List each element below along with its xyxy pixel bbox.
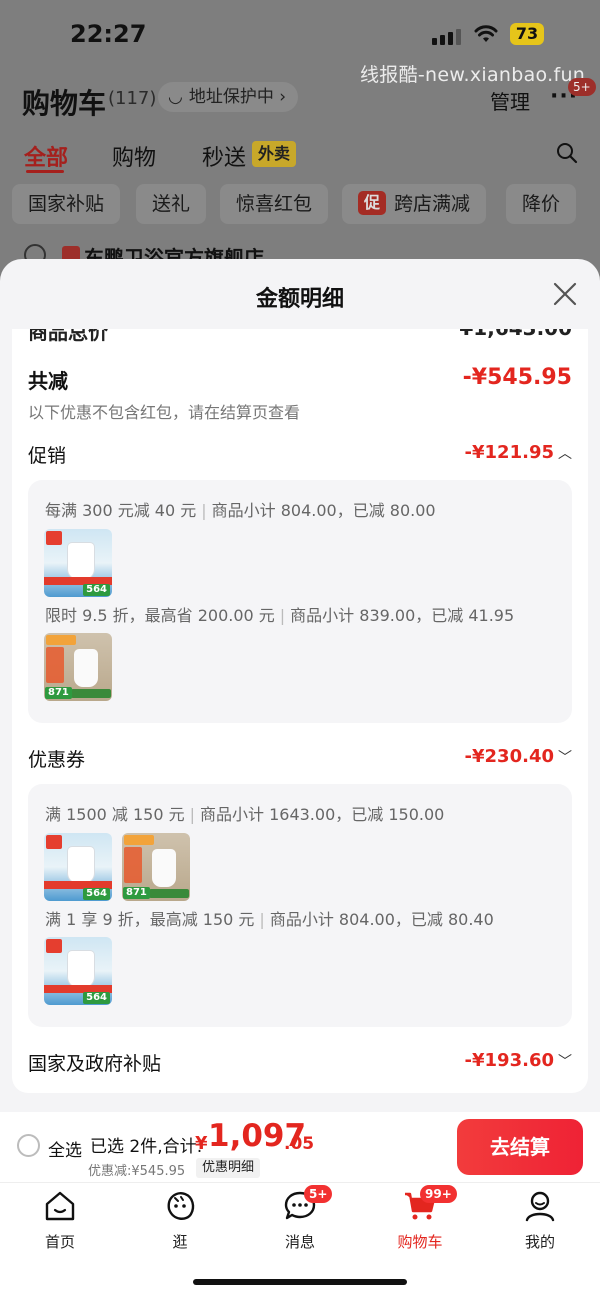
thumb-price: 871: [45, 687, 72, 699]
coupon-detail-box: 满 1500 减 150 元 | 商品小计 1643.00，已减 150.00 56…: [28, 784, 572, 1027]
promo-amount: -¥121.95: [464, 442, 554, 463]
checkout-bar: 全选 已选 2件,合计: ¥ 1,097 .05 优惠减:¥545.95 优惠明…: [0, 1112, 600, 1182]
promo-rule-1: 每满 300 元减 40 元 | 商品小计 804.00，已减 80.00: [45, 501, 436, 520]
manage-button[interactable]: 管理: [490, 86, 530, 115]
selected-count: 已选 2件,合计:: [90, 1137, 203, 1157]
coupon-rule-1-detail: 商品小计 1643.00，已减 150.00: [200, 805, 445, 824]
stroll-icon: [167, 1192, 195, 1220]
profile-icon: [525, 1191, 555, 1222]
select-all-label[interactable]: 全选: [48, 1136, 82, 1161]
message-badge: 5+: [304, 1185, 333, 1203]
tab-shopping[interactable]: 购物: [112, 140, 156, 172]
address-protect-label: 地址保护中: [188, 87, 274, 107]
chip-price-drop[interactable]: 降价: [506, 184, 577, 224]
tab-active-indicator: [26, 170, 64, 173]
address-protect-button[interactable]: ◡ 地址保护中 ›: [158, 82, 299, 112]
goods-total-row: 商品总价 ¥1,643.00: [28, 329, 572, 345]
subsidy-label: 国家及政府补贴: [28, 1053, 162, 1075]
chip-label: 跨店满减: [394, 193, 471, 215]
thumb-price: 564: [83, 888, 110, 900]
cart-count: (117): [108, 88, 157, 109]
product-thumbnail-toilet-a[interactable]: 564: [44, 833, 112, 901]
amount-detail-card: 商品总价 ¥1,643.00 共减 -¥545.95 以下优惠不包含红包，请在结…: [12, 329, 588, 1093]
tab-profile-label: 我的: [524, 1233, 555, 1251]
thumb-price: 564: [83, 992, 110, 1004]
total-price-decimal: .05: [284, 1134, 315, 1154]
chevron-right-icon: ›: [273, 87, 287, 107]
home-icon: [45, 1191, 75, 1221]
tab-cart-label: 购物车: [397, 1233, 443, 1251]
coupon-amount-toggle[interactable]: -¥230.40 ﹀: [465, 746, 572, 767]
chevron-up-icon: ︿: [558, 446, 572, 462]
promo-rule-2: 限时 9.5 折，最高省 200.00 元 | 商品小计 839.00，已减 41.…: [45, 606, 515, 625]
tab-home-label: 首页: [44, 1233, 75, 1251]
smile-icon: ◡: [168, 87, 183, 107]
promo-rule-1-detail: 商品小计 804.00，已减 80.00: [211, 501, 436, 520]
select-all-checkbox[interactable]: [17, 1134, 40, 1157]
goods-total-value: ¥1,643.00: [459, 329, 572, 340]
promo-detail-box: 每满 300 元减 40 元 | 商品小计 804.00，已减 80.00 564 …: [28, 480, 572, 723]
takeaway-tag: 外卖: [252, 141, 297, 167]
checkout-button[interactable]: 去结算: [457, 1119, 583, 1175]
wifi-icon: [474, 25, 498, 42]
coupon-label: 优惠券: [28, 749, 86, 771]
coupon-amount: -¥230.40: [464, 746, 554, 767]
promo-rule-1-text: 每满 300 元减 40 元: [45, 501, 197, 520]
more-badge: 5+: [568, 78, 596, 96]
promo-icon: 促: [358, 191, 386, 215]
tab-home[interactable]: 首页: [20, 1189, 100, 1252]
close-icon[interactable]: [552, 281, 578, 307]
chip-gift[interactable]: 送礼: [136, 184, 207, 224]
promo-rule-2-text: 限时 9.5 折，最高省 200.00 元: [45, 606, 275, 625]
watermark-text: 线报酷-new.xianbao.fun: [360, 64, 586, 86]
tab-messages[interactable]: 消息 5+: [260, 1185, 340, 1252]
thumb-price: 871: [123, 887, 150, 899]
product-thumbnail-toilet-b[interactable]: 871: [44, 633, 112, 701]
currency-symbol: ¥: [195, 1133, 208, 1154]
subsidy-amount: -¥193.60: [464, 1050, 554, 1071]
subsidy-amount-toggle[interactable]: -¥193.60 ﹀: [465, 1050, 572, 1071]
total-reduce-note: 以下优惠不包含红包，请在结算页查看: [28, 403, 301, 422]
tab-stroll[interactable]: 逛: [140, 1189, 220, 1252]
product-thumbnail-toilet-a[interactable]: 564: [44, 529, 112, 597]
chip-national-subsidy[interactable]: 国家补贴: [12, 184, 121, 224]
chip-cross-store-discount[interactable]: 促跨店满减: [342, 184, 487, 224]
status-time: 22:27: [70, 20, 147, 48]
cart-badge: 99+: [420, 1185, 457, 1203]
total-reduce-label: 共减: [28, 369, 68, 393]
thumb-price: 564: [83, 584, 110, 596]
coupon-rule-2-detail: 商品小计 804.00，已减 80.40: [269, 910, 494, 929]
signal-icon: [432, 26, 464, 45]
amount-detail-sheet: 金额明细 商品总价 ¥1,643.00 共减 -¥545.95 以下优惠不包含红…: [0, 259, 600, 1112]
total-reduce-value: -¥545.95: [462, 365, 572, 390]
promo-label: 促销: [28, 445, 67, 467]
coupon-rule-1-text: 满 1500 减 150 元: [45, 805, 185, 824]
tab-stroll-label: 逛: [172, 1233, 188, 1251]
tab-instant-delivery[interactable]: 秒送: [202, 140, 246, 172]
home-indicator: [193, 1279, 407, 1285]
coupon-rule-2: 满 1 享 9 折，最高减 150 元 | 商品小计 804.00，已减 80.40: [45, 910, 494, 929]
promo-amount-toggle[interactable]: -¥121.95 ︿: [465, 442, 572, 463]
discount-text: 优惠减:¥545.95: [88, 1164, 186, 1179]
promo-rule-2-detail: 商品小计 839.00，已减 41.95: [290, 606, 515, 625]
search-icon[interactable]: [556, 142, 578, 164]
chevron-down-icon: ﹀: [558, 750, 572, 766]
tab-cart[interactable]: 购物车 99+: [380, 1185, 460, 1252]
tab-profile[interactable]: 我的: [500, 1189, 580, 1252]
battery-icon: 73: [510, 23, 544, 45]
product-thumbnail-toilet-b[interactable]: 871: [122, 833, 190, 901]
goods-total-label: 商品总价: [28, 329, 108, 344]
tab-messages-label: 消息: [284, 1233, 315, 1251]
tab-all[interactable]: 全部: [24, 140, 68, 172]
coupon-rule-1: 满 1500 减 150 元 | 商品小计 1643.00，已减 150.00: [45, 805, 445, 824]
coupon-rule-2-text: 满 1 享 9 折，最高减 150 元: [45, 910, 255, 929]
sheet-title: 金额明细: [255, 287, 344, 312]
chip-red-packet[interactable]: 惊喜红包: [220, 184, 329, 224]
cart-page-background: 22:27 73 线报酷-new.xianbao.fun 购物车 (117) ◡…: [0, 0, 600, 300]
status-bar: 22:27 73: [0, 0, 600, 64]
discount-detail-button[interactable]: 优惠明细: [196, 1158, 261, 1178]
product-thumbnail-toilet-a[interactable]: 564: [44, 937, 112, 1005]
chevron-down-icon: ﹀: [558, 1054, 572, 1070]
page-title: 购物车: [22, 87, 107, 120]
